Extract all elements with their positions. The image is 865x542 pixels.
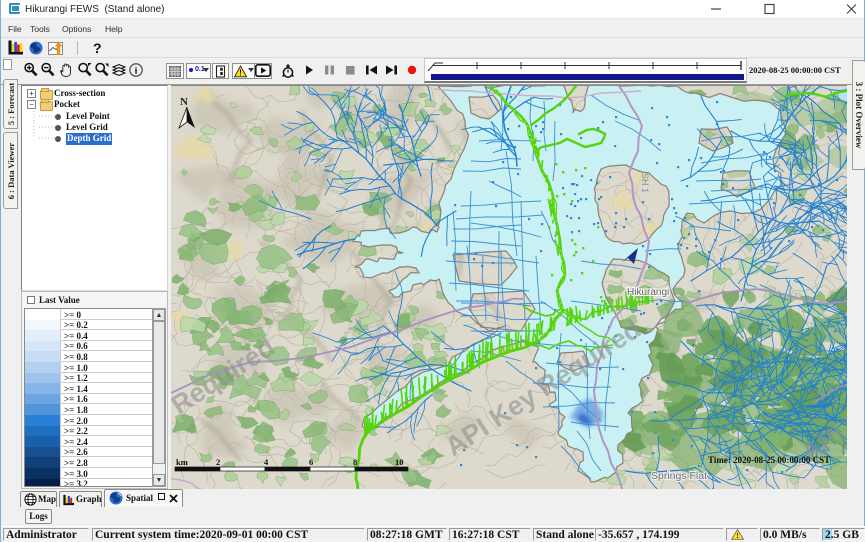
svg-text:Springs Flat: Springs Flat: [651, 470, 707, 482]
svg-text:km: km: [176, 457, 188, 467]
svg-text:6: 6: [309, 457, 313, 467]
svg-text:N: N: [180, 96, 188, 108]
svg-text:i: i: [135, 65, 138, 75]
svg-text:Time: 2020-08-25 00:00:00 CST: Time: 2020-08-25 00:00:00 CST: [708, 455, 830, 465]
svg-text:SH 1: SH 1: [640, 173, 650, 193]
svg-text:Hikurangi: Hikurangi: [627, 287, 669, 298]
svg-text:8: 8: [353, 457, 357, 467]
svg-text:2: 2: [216, 457, 220, 467]
svg-text:!: !: [239, 69, 242, 78]
svg-text:!: !: [736, 531, 738, 540]
svg-text:10: 10: [395, 457, 404, 467]
